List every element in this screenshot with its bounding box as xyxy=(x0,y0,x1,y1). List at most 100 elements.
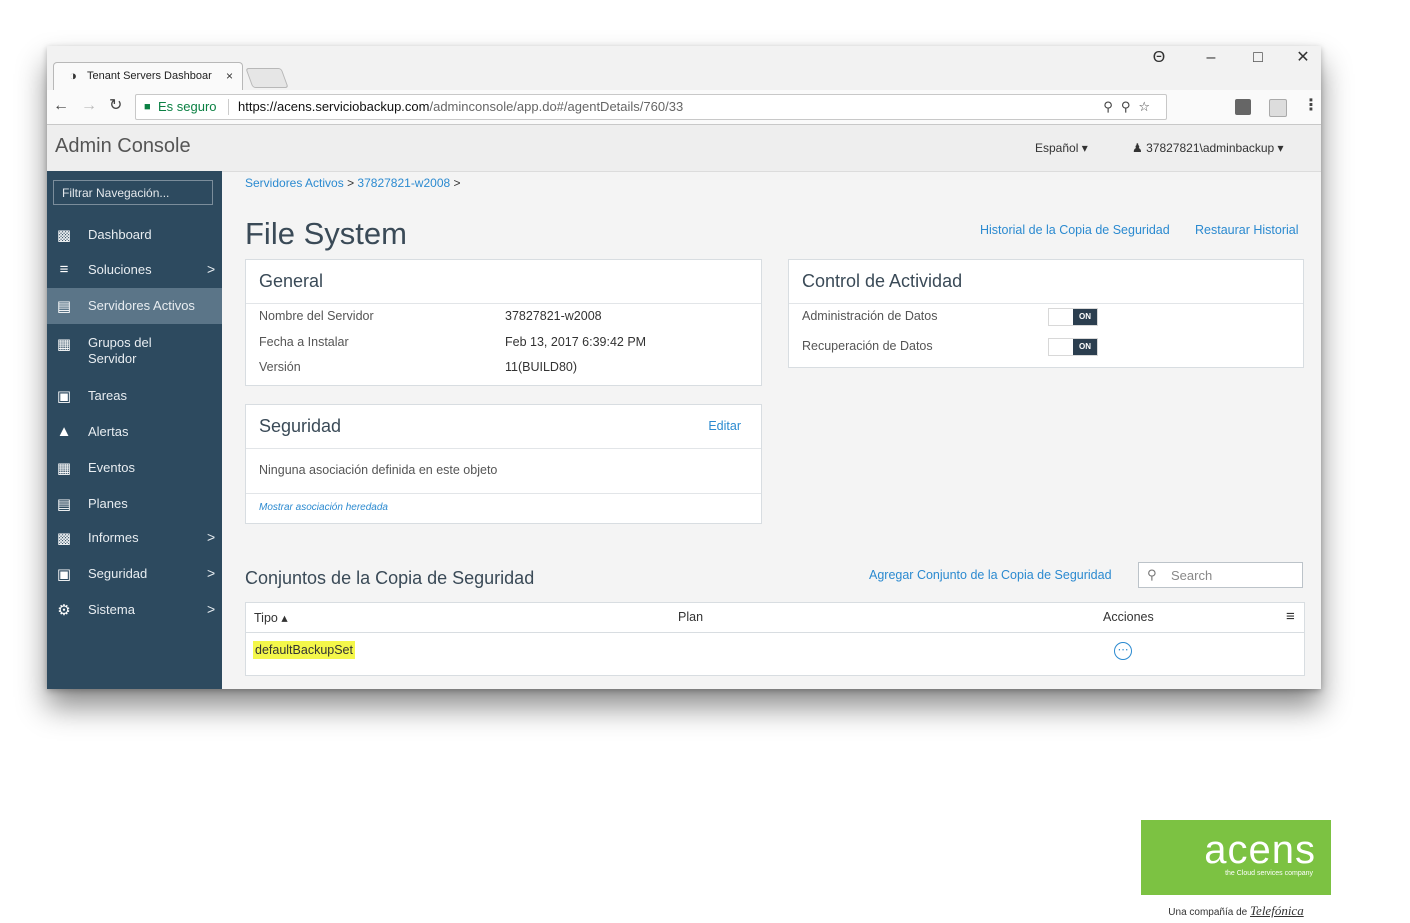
chevron-right-icon: > xyxy=(207,529,216,545)
security-panel: Seguridad Editar Ninguna asociación defi… xyxy=(245,404,762,524)
close-window-button[interactable]: ✕ xyxy=(1288,46,1318,70)
table-header: Tipo ▴ Plan Acciones ≡ xyxy=(246,603,1304,633)
backupsets-table: Tipo ▴ Plan Acciones ≡ defaultBackupSet … xyxy=(245,602,1305,676)
column-plan-header[interactable]: Plan xyxy=(678,610,703,624)
column-type-header[interactable]: Tipo ▴ xyxy=(254,610,288,625)
activity-panel-header: Control de Actividad xyxy=(789,260,1303,304)
sidebar-item-alertas[interactable]: ▲ Alertas xyxy=(47,418,222,446)
extension-icon[interactable] xyxy=(1235,99,1251,115)
row-actions-icon[interactable]: ⋯ xyxy=(1114,642,1132,660)
browser-window: ◑ Tenant Servers Dashboar × Θ – □ ✕ ← → … xyxy=(47,46,1321,689)
sidebar-item-label: Dashboard xyxy=(88,227,152,242)
server-name-label: Nombre del Servidor xyxy=(259,309,374,323)
show-inherited-link[interactable]: Mostrar asociación heredada xyxy=(259,502,388,513)
sidebar-item-servidores-activos[interactable]: ▤ Servidores Activos xyxy=(47,288,222,324)
activity-title: Control de Actividad xyxy=(802,271,963,291)
data-recovery-label: Recuperación de Datos xyxy=(802,339,933,353)
sidebar-item-sistema[interactable]: ⚙ Sistema > xyxy=(47,596,222,624)
nav-filter-input[interactable]: Filtrar Navegación... xyxy=(53,180,213,205)
edit-security-link[interactable]: Editar xyxy=(708,419,741,433)
reload-icon[interactable]: ↻ xyxy=(109,96,122,116)
profile-icon[interactable]: Θ xyxy=(1144,46,1174,70)
events-icon: ▦ xyxy=(56,460,72,477)
activity-panel: Control de Actividad Administración de D… xyxy=(788,259,1304,368)
chevron-right-icon: > xyxy=(207,601,216,617)
sidebar-item-soluciones[interactable]: ≡ Soluciones > xyxy=(47,256,222,284)
data-management-toggle[interactable]: ON xyxy=(1048,308,1098,326)
data-management-label: Administración de Datos xyxy=(802,309,938,323)
user-menu[interactable]: ♟ 37827821\adminbackup ▾ xyxy=(1132,141,1284,155)
server-group-icon: ▦ xyxy=(56,336,72,353)
url-bar[interactable]: ■ Es seguro https://acens.serviciobackup… xyxy=(135,94,1167,120)
security-title: Seguridad xyxy=(259,416,342,436)
url-host: https://acens.serviciobackup.com xyxy=(238,99,430,114)
add-backupset-link[interactable]: Agregar Conjunto de la Copia de Segurida… xyxy=(869,568,1112,582)
briefcase-icon: ▣ xyxy=(56,388,72,405)
user-icon: ♟ xyxy=(1132,141,1143,155)
user-name: 37827821\adminbackup ▾ xyxy=(1146,141,1284,155)
backup-history-link[interactable]: Historial de la Copia de Seguridad xyxy=(980,223,1170,237)
data-recovery-toggle[interactable]: ON xyxy=(1048,338,1098,356)
warning-icon: ▲ xyxy=(56,423,72,440)
security-panel-header: Seguridad Editar xyxy=(246,405,761,449)
gear-icon: ⚙ xyxy=(57,602,71,619)
search-input[interactable]: ⚲ Search xyxy=(1138,562,1303,588)
logo-subtitle: Una compañía de Telefónica xyxy=(1141,903,1331,919)
backupsets-title: Conjuntos de la Copia de Seguridad xyxy=(245,568,535,588)
back-icon[interactable]: ← xyxy=(53,96,69,116)
menu-icon[interactable]: ⋮ xyxy=(1303,96,1319,116)
restore-history-link[interactable]: Restaurar Historial xyxy=(1195,223,1299,237)
chevron-right-icon: > xyxy=(207,261,216,277)
document-icon: ▤ xyxy=(56,496,72,513)
sidebar-item-label: Seguridad xyxy=(88,566,148,581)
sidebar-item-label: Eventos xyxy=(88,460,135,475)
acens-logo: acens the Cloud services company Una com… xyxy=(1141,820,1331,923)
key-icon[interactable]: ⚲ xyxy=(1121,99,1139,114)
url-separator xyxy=(228,99,229,115)
version-value: 11(BUILD80) xyxy=(505,360,578,374)
version-label: Versión xyxy=(259,360,301,374)
report-icon: ▩ xyxy=(56,530,72,547)
server-icon: ▤ xyxy=(56,298,72,315)
extension-2-icon[interactable] xyxy=(1269,99,1287,117)
install-date-value: Feb 13, 2017 6:39:42 PM xyxy=(505,335,647,349)
zoom-icon[interactable]: ⚲ xyxy=(1103,99,1121,114)
logo-sub-brand: Telefónica xyxy=(1250,903,1304,918)
column-actions-header: Acciones xyxy=(1103,610,1154,624)
sidebar-item-eventos[interactable]: ▦ Eventos xyxy=(47,454,222,482)
app-title: Admin Console xyxy=(55,135,191,157)
logo-brand: acens xyxy=(1204,828,1316,872)
breadcrumb-servidores-activos[interactable]: Servidores Activos xyxy=(245,176,344,190)
breadcrumb: Servidores Activos > 37827821-w2008 > xyxy=(245,176,461,190)
new-tab-button[interactable] xyxy=(245,68,289,88)
breadcrumb-separator: > xyxy=(453,176,461,190)
tab-close-icon[interactable]: × xyxy=(226,63,233,90)
sidebar-item-dashboard[interactable]: ▩ Dashboard xyxy=(47,221,222,249)
sidebar-item-informes[interactable]: ▩ Informes > xyxy=(47,524,222,552)
sidebar-item-tareas[interactable]: ▣ Tareas xyxy=(47,382,222,410)
chevron-right-icon: > xyxy=(207,565,216,581)
star-icon[interactable]: ☆ xyxy=(1138,99,1158,114)
sidebar-item-label: Servidores Activos xyxy=(88,298,195,313)
sidebar: Filtrar Navegación... ▩ Dashboard ≡ Solu… xyxy=(47,171,222,689)
sidebar-item-label: Grupos del Servidor xyxy=(88,335,152,366)
secure-label: Es seguro xyxy=(158,99,217,114)
maximize-button[interactable]: □ xyxy=(1243,46,1273,70)
browser-tab[interactable]: ◑ Tenant Servers Dashboar × xyxy=(53,62,243,90)
url-path: /adminconsole/app.do#/agentDetails/760/3… xyxy=(429,99,684,114)
sidebar-item-seguridad[interactable]: ▣ Seguridad > xyxy=(47,560,222,588)
minimize-button[interactable]: – xyxy=(1196,46,1226,70)
breadcrumb-server[interactable]: 37827821-w2008 xyxy=(357,176,450,190)
language-dropdown[interactable]: Español ▾ xyxy=(1035,141,1088,155)
lock-icon: ■ xyxy=(144,101,151,113)
url-text[interactable]: https://acens.serviciobackup.com/adminco… xyxy=(238,95,683,119)
backupset-name-link[interactable]: defaultBackupSet xyxy=(253,641,355,659)
lock-icon: ▣ xyxy=(56,566,72,583)
forward-icon[interactable]: → xyxy=(81,96,97,116)
sidebar-item-label: Tareas xyxy=(88,388,128,403)
column-menu-icon[interactable]: ≡ xyxy=(1286,608,1295,625)
sidebar-item-label: Soluciones xyxy=(88,262,152,277)
tab-strip: ◑ Tenant Servers Dashboar × Θ – □ ✕ xyxy=(47,46,1321,90)
sidebar-item-planes[interactable]: ▤ Planes xyxy=(47,490,222,518)
sidebar-item-grupos-del-servidor[interactable]: ▦ Grupos del Servidor xyxy=(47,331,222,371)
